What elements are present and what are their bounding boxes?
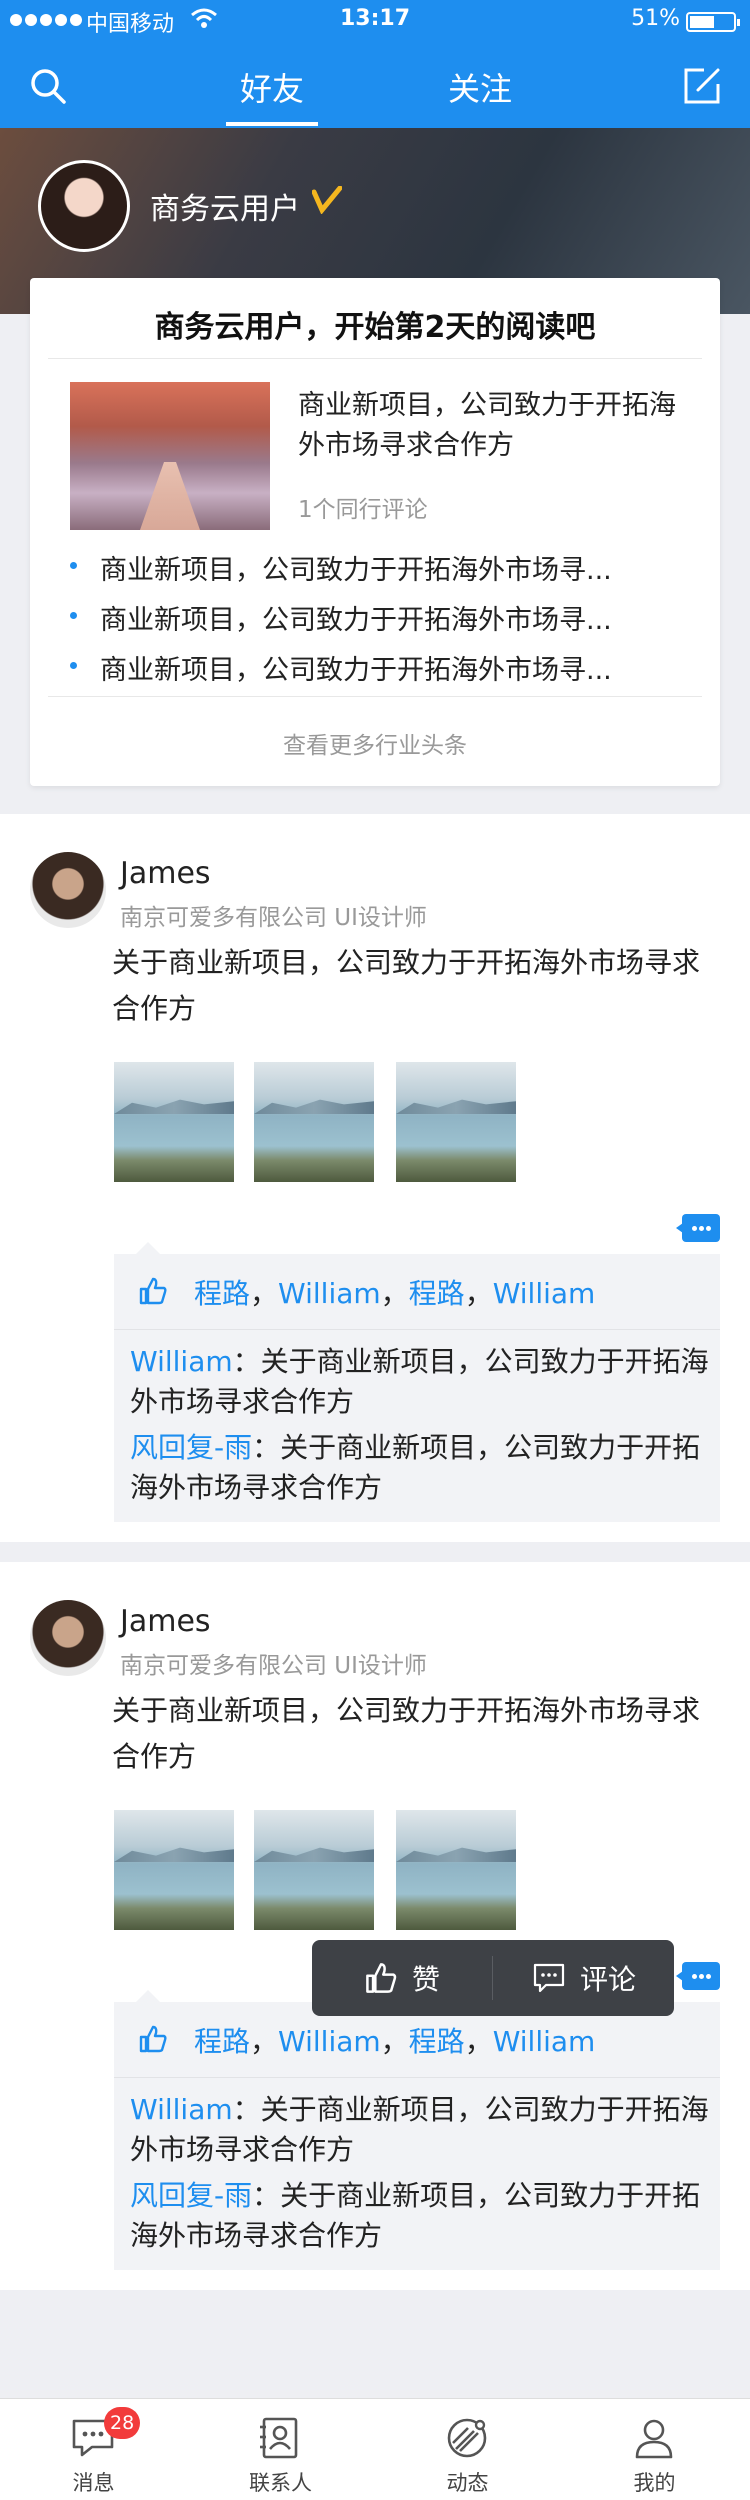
post-author-name[interactable]: James — [120, 856, 211, 891]
likers-list: 程路，William，程路，William — [194, 2025, 596, 2058]
post-author-company: 南京可爱多有限公司 UI设计师 — [120, 1653, 427, 1679]
post-content: 关于商业新项目，公司致力于开拓海外市场寻求合作方 — [112, 1694, 701, 1773]
likes-row: 程路，William，程路，William — [114, 1254, 720, 1330]
post-photo[interactable] — [254, 1062, 374, 1182]
headline-text[interactable]: 商业新项目，公司致力于开拓海外市场寻求合作方 — [298, 386, 698, 466]
comment-menu-icon[interactable] — [676, 1214, 720, 1242]
like-label: 赞 — [411, 1963, 440, 1996]
comment-item[interactable]: 风回复-雨：关于商业新项目，公司致力于开拓海外市场寻求合作方 — [130, 1428, 710, 1508]
divider — [48, 358, 702, 359]
comment-item[interactable]: 风回复-雨：关于商业新项目，公司致力于开拓海外市场寻求合作方 — [130, 2176, 710, 2256]
top-bar: 中国移动 13:17 51% 好友 关注 — [0, 0, 750, 128]
compose-icon[interactable] — [682, 66, 722, 106]
tab-messages[interactable]: 28 消息 — [0, 2399, 187, 2500]
divider — [48, 696, 702, 697]
headline-subline: 1个同行评论 — [298, 497, 428, 523]
battery-icon — [686, 12, 740, 32]
moments-icon — [447, 2418, 487, 2458]
post-photo[interactable] — [114, 1810, 234, 1930]
user-avatar[interactable] — [38, 160, 130, 252]
comment-author[interactable]: William — [130, 1345, 233, 1378]
reading-card: 商务云用户，开始第2天的阅读吧 商业新项目，公司致力于开拓海外市场寻求合作方 1… — [30, 278, 720, 786]
more-headlines-link[interactable]: 查看更多行业头条 — [30, 726, 720, 760]
profile-icon — [635, 2419, 673, 2459]
liker-name[interactable]: William — [278, 1277, 381, 1310]
tab-label: 我的 — [633, 2471, 676, 2495]
avatar[interactable] — [30, 852, 106, 928]
comment-icon — [533, 1963, 565, 1993]
post-photo[interactable] — [396, 1062, 516, 1182]
comment-item[interactable]: William：关于商业新项目，公司致力于开拓海外市场寻求合作方 — [130, 1342, 710, 1422]
active-tab-indicator — [226, 122, 318, 126]
post-author-name[interactable]: James — [120, 1604, 211, 1639]
tab-label: 联系人 — [249, 2471, 312, 2495]
post-photo[interactable] — [114, 1062, 234, 1182]
liker-name[interactable]: 程路 — [194, 1277, 250, 1310]
tab-label: 动态 — [446, 2471, 489, 2495]
comment-label: 评论 — [579, 1963, 636, 1996]
feed-post: James 南京可爱多有限公司 UI设计师 关于商业新项目，公司致力于开拓海外市… — [0, 1562, 750, 2290]
comment-button[interactable]: 评论 — [494, 1940, 674, 2016]
post-content: 关于商业新项目，公司致力于开拓海外市场寻求合作方 — [112, 946, 701, 1025]
thumbs-up-icon — [366, 1963, 397, 1993]
liker-name[interactable]: 程路 — [409, 1277, 465, 1310]
interaction-box: 程路，William，程路，William William：关于商业新项目，公司… — [114, 1242, 720, 1522]
liker-name[interactable]: 程路 — [409, 2025, 465, 2058]
thumbs-up-icon — [139, 2025, 167, 2053]
liker-name[interactable]: William — [493, 2025, 596, 2058]
unread-badge: 28 — [104, 2407, 141, 2439]
search-icon[interactable] — [28, 66, 68, 106]
contacts-icon — [260, 2417, 298, 2459]
status-bar: 中国移动 13:17 51% — [0, 0, 750, 40]
headline-image[interactable] — [70, 382, 270, 530]
tab-follow[interactable]: 关注 — [420, 64, 540, 110]
liker-name[interactable]: William — [278, 2025, 381, 2058]
comment-author[interactable]: 风回复-雨 — [130, 2179, 252, 2212]
tab-label: 消息 — [72, 2471, 115, 2495]
post-photo[interactable] — [254, 1810, 374, 1930]
action-popup: 赞 评论 — [312, 1940, 674, 2016]
tab-friends[interactable]: 好友 — [212, 64, 332, 110]
like-button[interactable]: 赞 — [312, 1940, 492, 2016]
vip-badge-icon — [312, 186, 342, 214]
comment-menu-icon[interactable] — [676, 1962, 720, 1990]
liker-name[interactable]: 程路 — [194, 2025, 250, 2058]
reading-card-title: 商务云用户，开始第2天的阅读吧 — [154, 310, 596, 345]
feed-post: James 南京可爱多有限公司 UI设计师 关于商业新项目，公司致力于开拓海外市… — [0, 814, 750, 1542]
thumbs-up-icon — [139, 1277, 167, 1305]
interaction-box: 程路，William，程路，William William：关于商业新项目，公司… — [114, 1990, 720, 2270]
tab-moments[interactable]: 动态 — [374, 2399, 561, 2500]
comment-author[interactable]: 风回复-雨 — [130, 1431, 252, 1464]
tab-profile[interactable]: 我的 — [561, 2399, 748, 2500]
likers-list: 程路，William，程路，William — [194, 1277, 596, 1310]
divider — [492, 1956, 493, 2000]
bottom-tab-bar: 28 消息 联系人 动态 我的 — [0, 2398, 750, 2500]
comment-item[interactable]: William：关于商业新项目，公司致力于开拓海外市场寻求合作方 — [130, 2090, 710, 2170]
battery-percent: 51% — [631, 6, 680, 31]
tab-contacts[interactable]: 联系人 — [187, 2399, 374, 2500]
comment-author[interactable]: William — [130, 2093, 233, 2126]
post-photo[interactable] — [396, 1810, 516, 1930]
avatar[interactable] — [30, 1600, 106, 1676]
banner-username: 商务云用户 — [150, 192, 300, 227]
liker-name[interactable]: William — [493, 1277, 596, 1310]
post-author-company: 南京可爱多有限公司 UI设计师 — [120, 905, 427, 931]
